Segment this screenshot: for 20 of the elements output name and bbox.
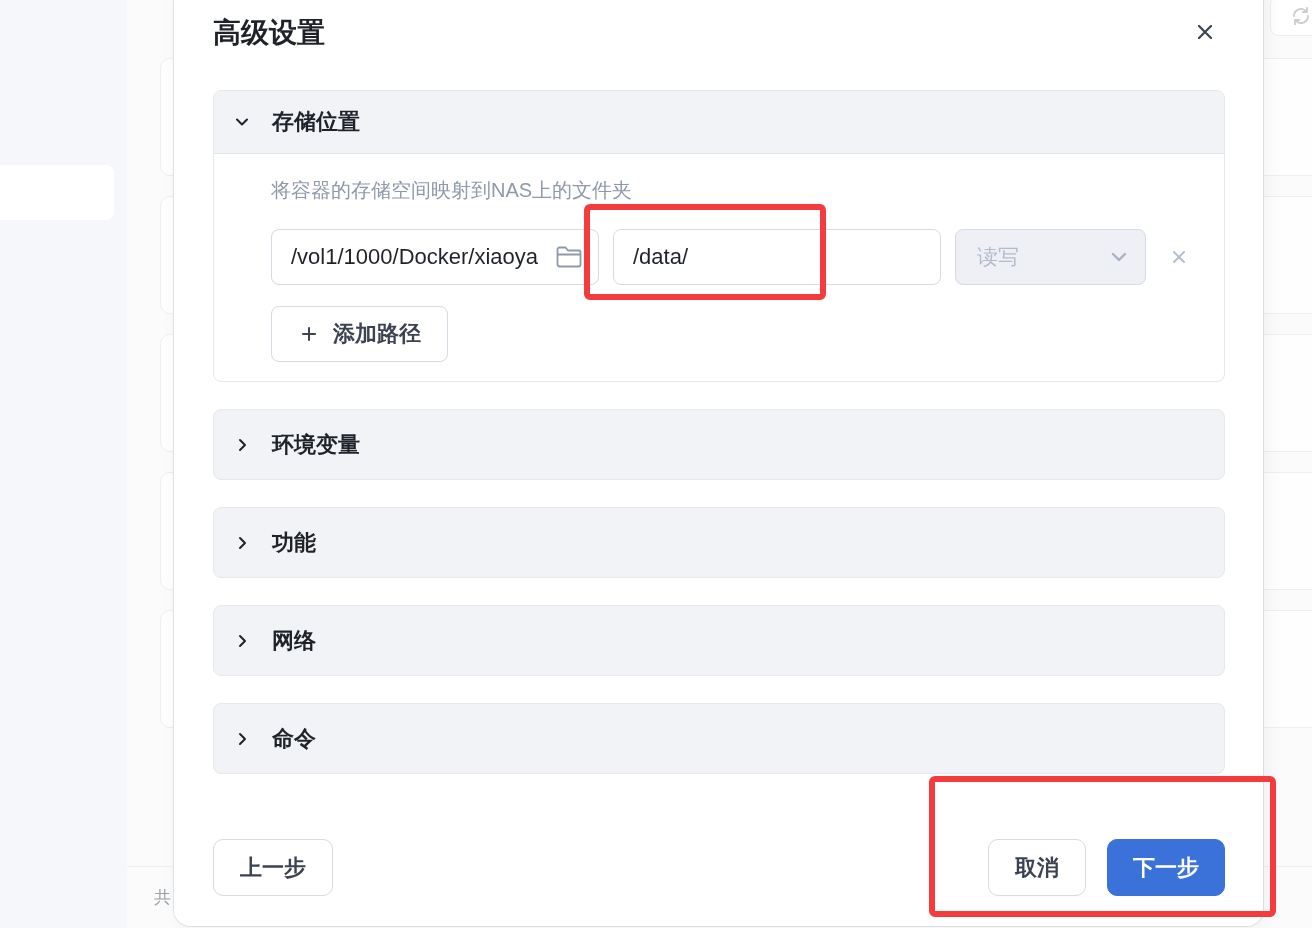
section-header[interactable]: 网络 [213,605,1225,676]
section-header[interactable]: 功能 [213,507,1225,578]
section-header[interactable]: 命令 [213,703,1225,774]
section-header[interactable]: 环境变量 [213,409,1225,480]
section-description: 将容器的存储空间映射到NAS上的文件夹 [271,178,634,202]
next-button[interactable]: 下一步 [1107,839,1225,896]
folder-icon[interactable] [556,246,582,268]
add-path-button[interactable]: 添加路径 [271,306,448,362]
chevron-down-icon [1111,252,1127,262]
refresh-icon [1291,6,1311,26]
dialog-title: 高级设置 [213,16,325,50]
plus-icon [302,327,316,341]
close-icon[interactable] [1198,25,1212,39]
section-header[interactable]: 存储位置 [214,91,1224,154]
cancel-button[interactable]: 取消 [988,839,1086,896]
refresh-button[interactable] [1270,0,1312,36]
back-button[interactable]: 上一步 [213,839,333,896]
footer-text: 共 [154,887,171,908]
remove-icon[interactable] [1173,251,1185,263]
host-path-field[interactable]: /vol1/1000/Docker/xiaoya [271,229,599,285]
